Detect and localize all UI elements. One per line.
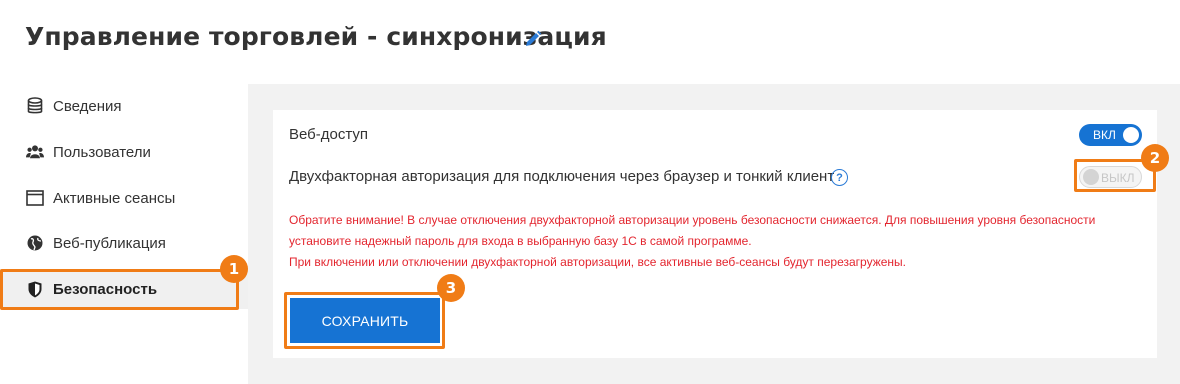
- sidebar-item-security[interactable]: Безопасность: [0, 269, 248, 309]
- sidebar-item-info[interactable]: Сведения: [0, 86, 248, 126]
- web-access-label: Веб-доступ: [289, 126, 369, 143]
- help-icon[interactable]: ?: [831, 169, 848, 186]
- highlight-badge: 3: [437, 274, 465, 302]
- highlight-badge: 2: [1141, 144, 1169, 172]
- warning-line: установите надежный пароль для входа в в…: [289, 234, 752, 248]
- sidebar-item-label: Безопасность: [53, 280, 158, 298]
- two-factor-toggle[interactable]: ВЫКЛ: [1079, 166, 1142, 188]
- database-icon: [26, 97, 44, 115]
- sidebar: Сведения Пользователи Активные сеансы Ве…: [0, 84, 248, 384]
- toggle-knob: [1123, 127, 1139, 143]
- sidebar-item-users[interactable]: Пользователи: [0, 132, 248, 172]
- web-access-toggle[interactable]: ВКЛ: [1079, 124, 1142, 146]
- save-button[interactable]: СОХРАНИТЬ: [290, 298, 440, 343]
- pencil-edit-icon[interactable]: [524, 30, 542, 48]
- globe-icon: [26, 234, 44, 252]
- window-icon: [26, 189, 44, 207]
- sidebar-item-label: Сведения: [53, 97, 122, 115]
- two-factor-label: Двухфакторная авторизация для подключени…: [289, 168, 835, 185]
- sidebar-item-active-sessions[interactable]: Активные сеансы: [0, 178, 248, 218]
- sidebar-item-label: Пользователи: [53, 143, 151, 161]
- highlight-badge: 1: [220, 255, 248, 283]
- sidebar-item-web-publication[interactable]: Веб-публикация: [0, 223, 248, 263]
- users-icon: [26, 143, 44, 161]
- warning-line: Обратите внимание! В случае отключения д…: [289, 213, 1096, 227]
- page-title: Управление торговлей - синхронизация: [25, 22, 607, 51]
- warning-line: При включении или отключении двухфакторн…: [289, 255, 907, 269]
- toggle-state-label: ВКЛ: [1093, 128, 1116, 142]
- toggle-knob: [1083, 169, 1099, 185]
- toggle-state-label: ВЫКЛ: [1101, 171, 1135, 185]
- sidebar-item-label: Веб-публикация: [53, 234, 166, 252]
- shield-icon: [26, 280, 44, 298]
- sidebar-item-label: Активные сеансы: [53, 189, 176, 207]
- security-warning: Обратите внимание! В случае отключения д…: [289, 210, 1149, 273]
